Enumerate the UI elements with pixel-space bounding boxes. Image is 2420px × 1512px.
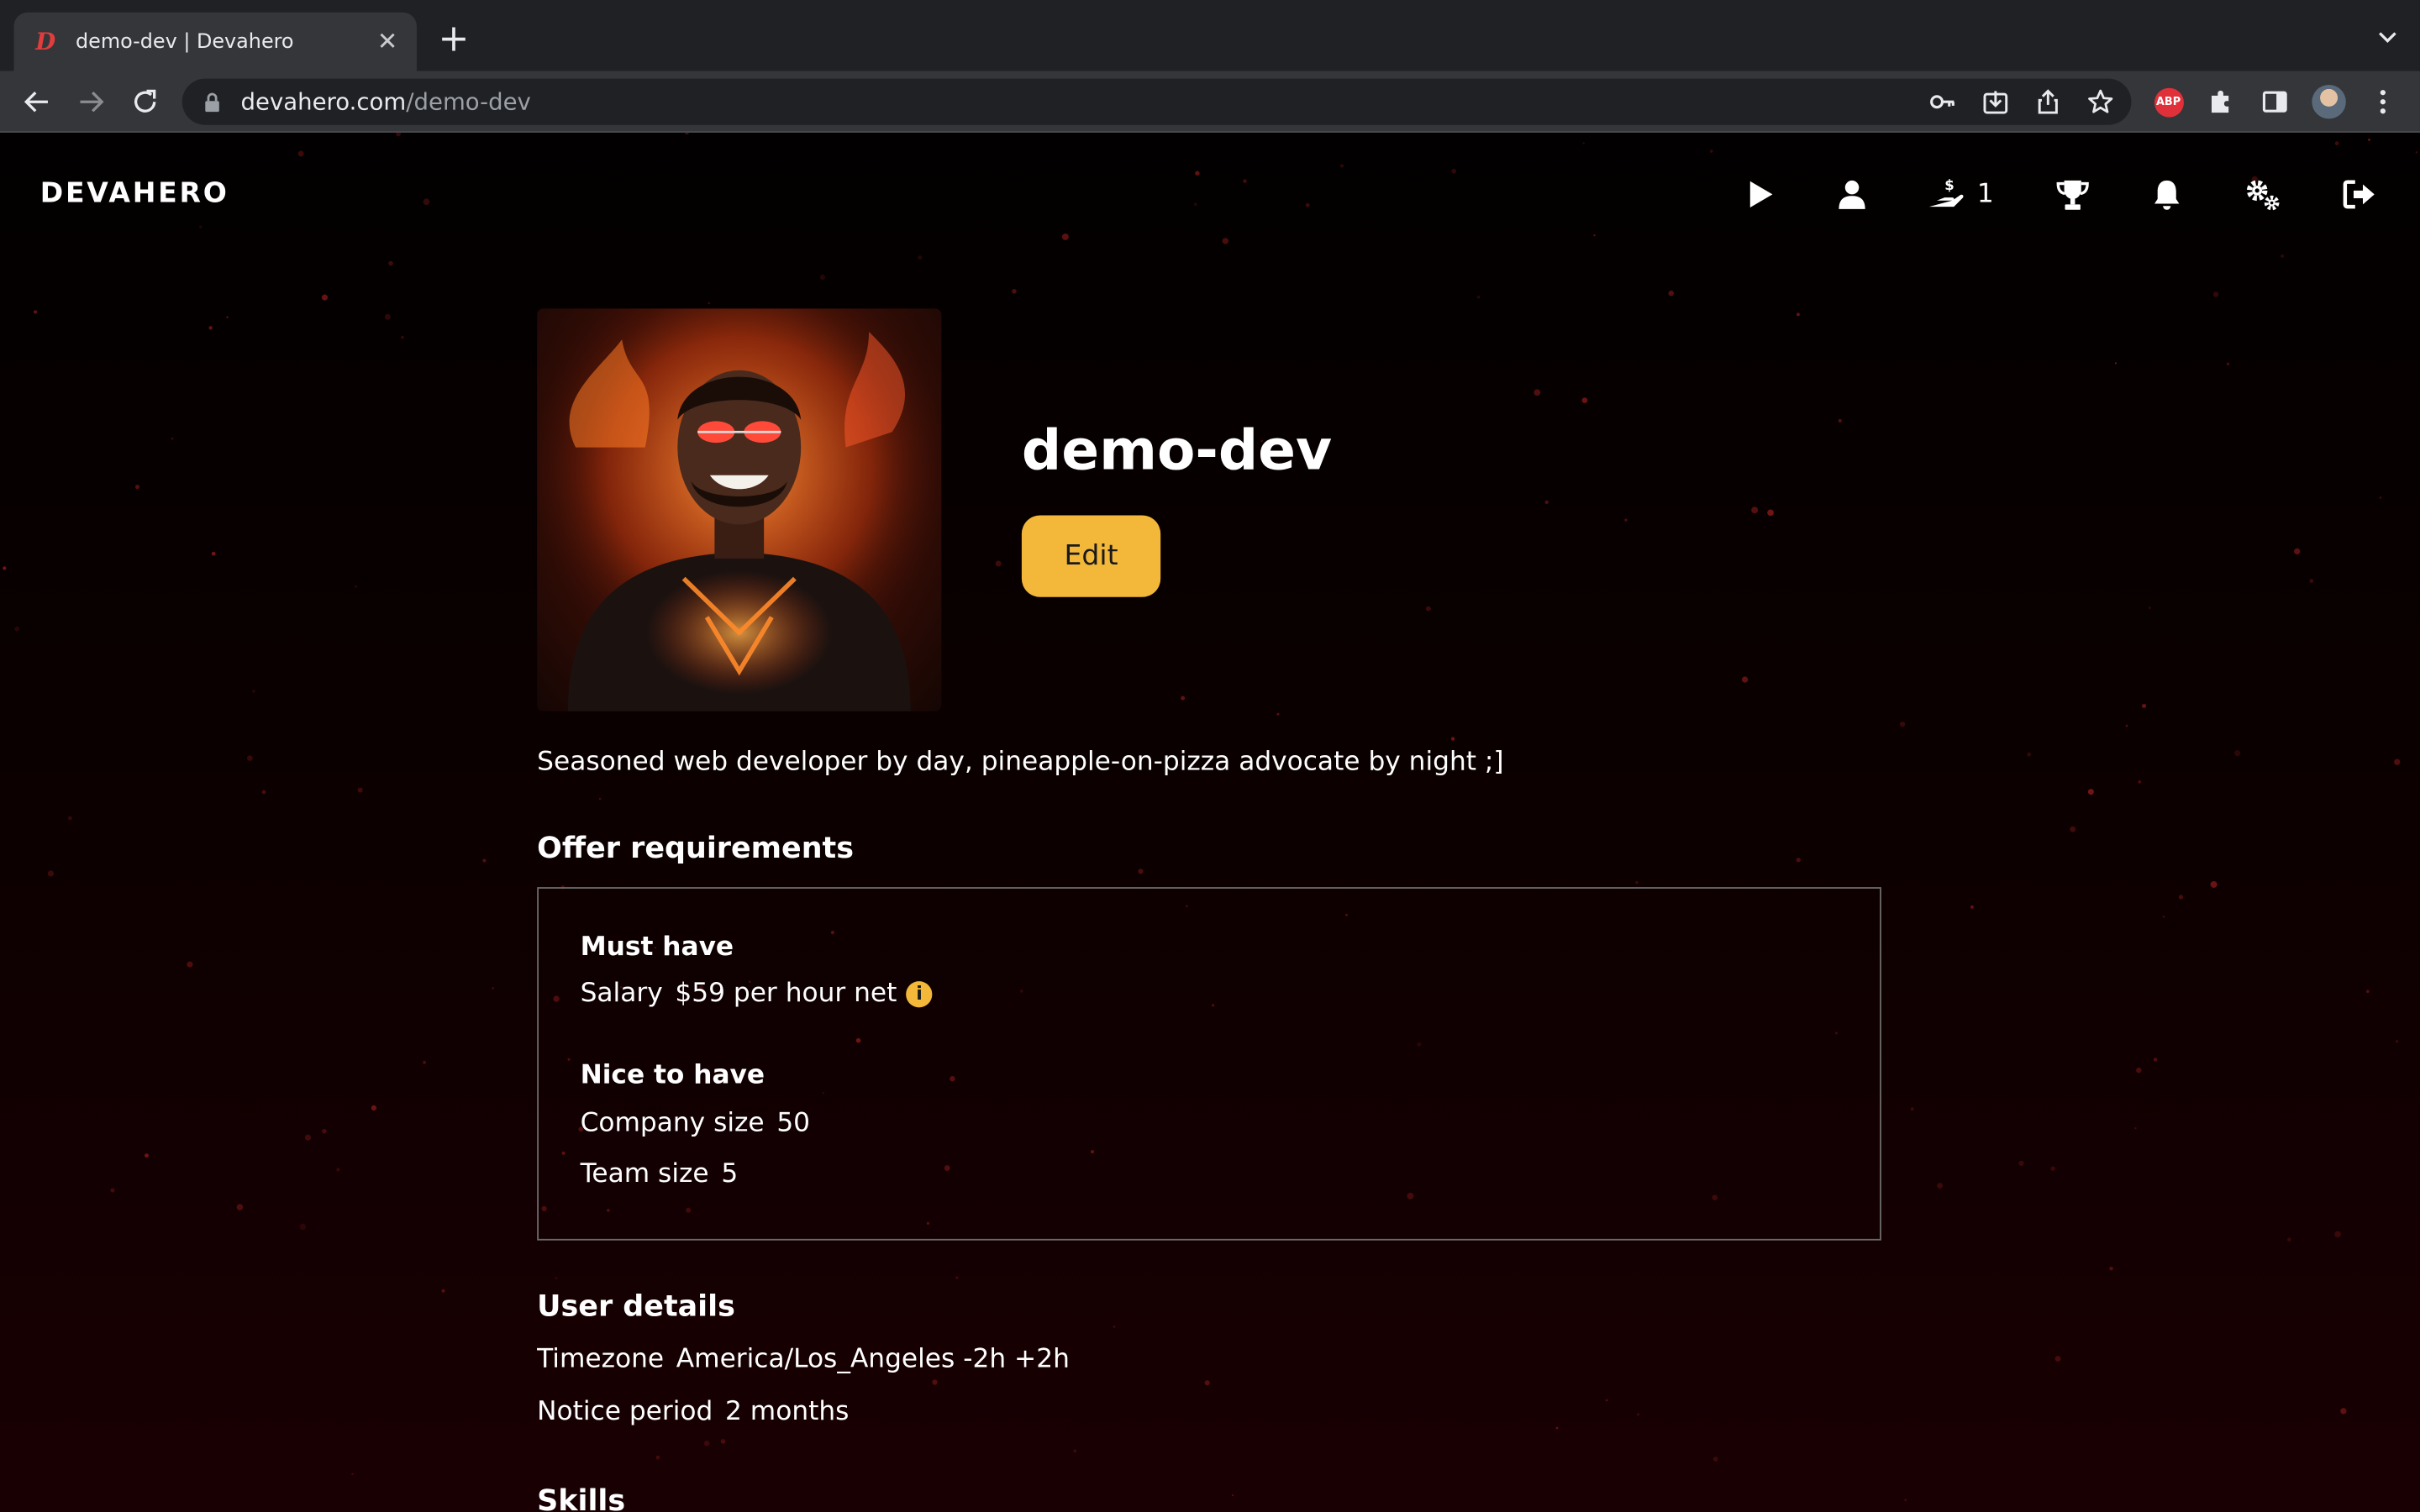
nav-leaderboard-button[interactable] [2055, 176, 2089, 213]
user-details-title: User details [537, 1289, 735, 1324]
company-size-row: Company size 50 [581, 1108, 810, 1139]
nav-notifications-button[interactable] [2153, 176, 2181, 213]
team-size-label: Team size [580, 1158, 709, 1190]
hand-dollar-icon: $ [1928, 177, 1964, 207]
nav-profile-button[interactable] [1837, 176, 1868, 213]
team-size-row: Team size 5 [581, 1158, 739, 1189]
top-navigation: DEVAHERO $ 1 [0, 133, 2420, 256]
profile-avatar-image [537, 308, 942, 711]
back-button[interactable] [18, 83, 55, 120]
notice-period-value: 2 months [725, 1396, 850, 1427]
reload-icon [134, 89, 156, 113]
nav-logout-button[interactable] [2343, 176, 2376, 213]
nav-play-button[interactable] [1747, 176, 1775, 213]
timezone-label: Timezone [537, 1343, 665, 1375]
team-size-value: 5 [721, 1158, 739, 1190]
puzzle-icon [2211, 90, 2229, 113]
profile-button[interactable] [2312, 85, 2346, 119]
chevron-down-icon [2379, 32, 2396, 44]
browser-tab[interactable]: D demo-dev | Devahero ✕ [13, 12, 417, 71]
adblock-extension-button[interactable]: ABP [2151, 85, 2185, 118]
reload-button[interactable] [127, 83, 164, 120]
install-icon[interactable] [1980, 87, 2011, 118]
company-size-value: 50 [776, 1107, 811, 1139]
company-size-label: Company size [580, 1107, 765, 1139]
profile-avatar [2312, 85, 2346, 119]
must-have-title: Must have [580, 932, 734, 963]
timezone-row: Timezone America/Los_Angeles -2h +2h [537, 1344, 1070, 1375]
abp-icon: ABP [2154, 87, 2184, 117]
play-icon [1749, 181, 1773, 208]
logout-icon [2343, 180, 2375, 209]
bell-icon [2154, 179, 2180, 209]
profile-bio: Seasoned web developer by day, pineapple… [537, 746, 1504, 778]
new-tab-button[interactable]: + [435, 20, 472, 57]
nav-settings-button[interactable] [2244, 176, 2281, 213]
extensions-button[interactable] [2204, 85, 2238, 118]
tab-search-button[interactable] [2377, 24, 2399, 54]
arrow-left-icon [24, 92, 48, 113]
side-panel-icon [2262, 91, 2287, 113]
kebab-menu-icon [2380, 90, 2386, 114]
lock-icon [201, 91, 223, 113]
svg-text:$: $ [1944, 177, 1954, 193]
notice-period-row: Notice period 2 months [537, 1396, 849, 1427]
ember-background [3, 132, 2418, 1502]
url-host: devahero.com [240, 87, 407, 116]
page: DEVAHERO $ 1 demo-dev Edit Seasoned web … [0, 132, 2420, 1512]
trophy-icon [2056, 179, 2089, 209]
tab-title: demo-dev | Devahero [75, 29, 294, 54]
skills-title: Skills [537, 1483, 626, 1512]
salary-row: Salary $59 per hour net i [581, 978, 933, 1009]
close-icon[interactable]: ✕ [373, 27, 401, 55]
profile-username: demo-dev [1021, 419, 1333, 483]
url-path: /demo-dev [406, 87, 531, 116]
salary-label: Salary [580, 978, 663, 1010]
forward-button[interactable] [72, 83, 109, 120]
browser-menu-button[interactable] [2366, 85, 2400, 118]
nav-offers-button[interactable]: $ 1 [1928, 176, 1994, 213]
nice-to-have-title: Nice to have [580, 1059, 765, 1091]
side-panel-button[interactable] [2258, 85, 2291, 118]
browser-toolbar: devahero.com/demo-dev ABP [0, 71, 2420, 133]
offer-requirements-panel: Must have Salary $59 per hour net i Nice… [537, 887, 1881, 1241]
salary-value: $59 per hour net [675, 978, 897, 1010]
address-bar[interactable]: devahero.com/demo-dev [182, 78, 2132, 125]
arrow-right-icon [80, 92, 104, 113]
edit-profile-button[interactable]: Edit [1021, 515, 1161, 597]
offers-count: 1 [1976, 179, 1994, 210]
brand-logo[interactable]: DEVAHERO [40, 177, 229, 210]
timezone-value: America/Los_Angeles -2h +2h [676, 1343, 1070, 1375]
star-icon[interactable] [2085, 87, 2116, 118]
gears-icon [2246, 180, 2280, 211]
info-icon[interactable]: i [906, 980, 933, 1007]
share-icon[interactable] [2033, 87, 2064, 118]
notice-period-label: Notice period [537, 1396, 713, 1427]
favicon-icon: D [35, 28, 56, 56]
browser-tabstrip: D demo-dev | Devahero ✕ + [0, 0, 2420, 71]
offer-requirements-title: Offer requirements [537, 831, 855, 866]
user-icon [1839, 180, 1865, 209]
key-icon[interactable] [1928, 87, 1959, 118]
